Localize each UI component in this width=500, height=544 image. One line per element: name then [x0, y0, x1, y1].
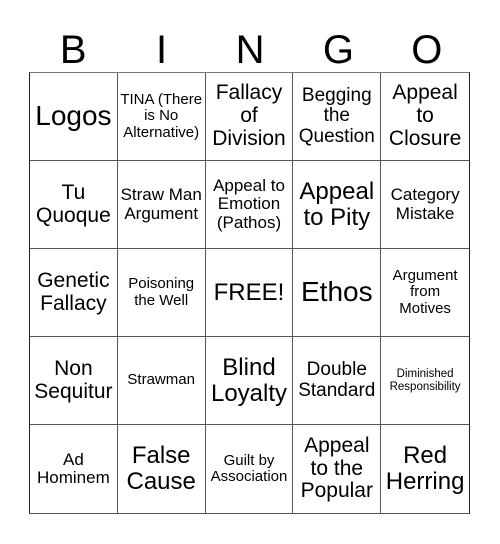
- bingo-cell[interactable]: Tu Quoque: [30, 161, 118, 249]
- bingo-cell[interactable]: Straw Man Argument: [117, 161, 206, 249]
- bingo-cell[interactable]: Appeal to Closure: [381, 73, 469, 161]
- header-letter-o: O: [411, 28, 443, 72]
- bingo-cell[interactable]: Guilt by Association: [206, 425, 294, 513]
- bingo-cell[interactable]: Appeal to Pity: [293, 161, 382, 249]
- bingo-cell[interactable]: Strawman: [117, 337, 206, 425]
- bingo-cell[interactable]: Argument from Motives: [381, 249, 469, 337]
- bingo-cell[interactable]: Fallacy of Division: [205, 73, 294, 161]
- header-letter-i: I: [156, 28, 168, 72]
- bingo-header: B I N G O: [29, 28, 471, 72]
- bingo-cell[interactable]: False Cause: [118, 425, 206, 513]
- bingo-cell[interactable]: Ethos: [293, 249, 382, 337]
- bingo-cell[interactable]: Appeal to the Popular: [293, 425, 382, 513]
- bingo-cell[interactable]: Genetic Fallacy: [30, 249, 118, 337]
- header-letter-n: N: [235, 28, 265, 72]
- bingo-cell[interactable]: Logos: [30, 73, 118, 161]
- bingo-cell[interactable]: Blind Loyalty: [205, 337, 294, 425]
- bingo-cell[interactable]: Category Mistake: [381, 161, 469, 249]
- bingo-cell[interactable]: Diminished Responsibility: [381, 337, 469, 425]
- bingo-cell[interactable]: Ad Hominem: [30, 425, 118, 513]
- bingo-free-space[interactable]: FREE!: [205, 249, 294, 337]
- bingo-cell[interactable]: Red Herring: [381, 425, 469, 513]
- bingo-cell[interactable]: Double Standard: [293, 337, 382, 425]
- bingo-cell[interactable]: Poisoning the Well: [117, 249, 206, 337]
- header-letter-g: G: [322, 28, 354, 72]
- bingo-cell[interactable]: Appeal to Emotion (Pathos): [205, 161, 294, 249]
- header-letter-b: B: [59, 28, 87, 72]
- bingo-cell[interactable]: Non Sequitur: [30, 337, 118, 425]
- bingo-card-grid: Logos TINA (There is No Alternative) Fal…: [29, 72, 470, 514]
- bingo-cell[interactable]: Begging the Question: [293, 73, 382, 161]
- bingo-cell[interactable]: TINA (There is No Alternative): [117, 73, 206, 161]
